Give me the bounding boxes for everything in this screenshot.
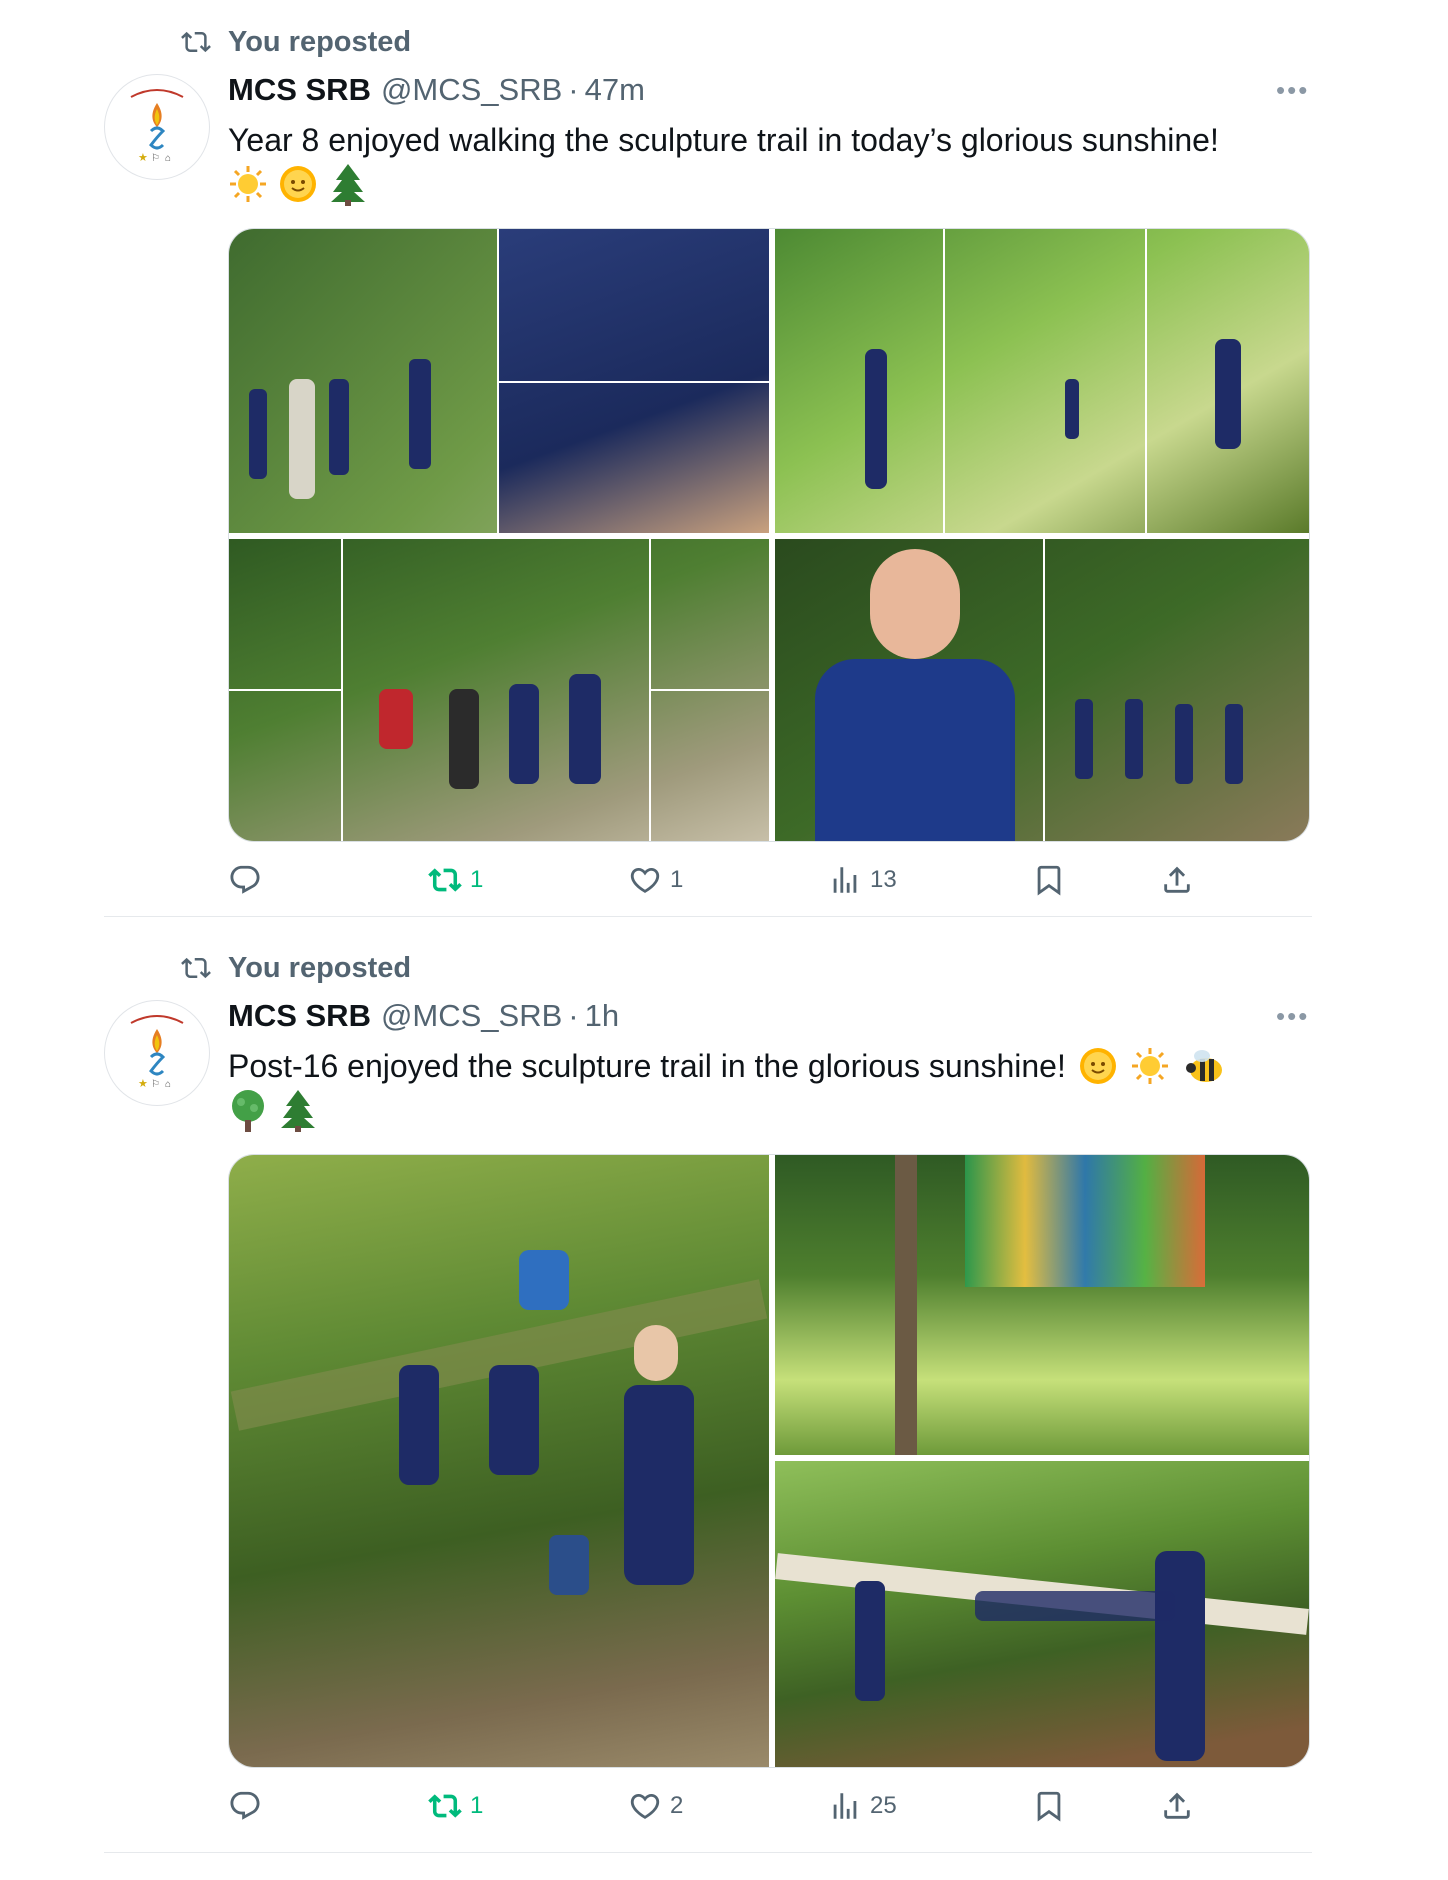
evergreen-tree-icon — [331, 164, 365, 206]
share-button[interactable] — [1160, 1786, 1194, 1826]
repost-label: You reposted — [228, 25, 412, 58]
action-bar: 1 1 13 — [228, 860, 1308, 900]
bookmark-icon — [1037, 1791, 1061, 1822]
post-text: Post-16 enjoyed the sculpture trail in t… — [228, 1042, 1308, 1090]
post-divider — [104, 1852, 1312, 1853]
photo-students-tree[interactable] — [229, 1155, 769, 1767]
author-handle[interactable]: @MCS_SRB — [381, 72, 562, 108]
post-text-content: Post-16 enjoyed the sculpture trail in t… — [228, 1048, 1066, 1084]
post-1[interactable]: You reposted ★ ⚐ ⌂ MCS SRB @MCS_SRB · 47… — [0, 0, 1448, 930]
like-button[interactable]: 2 — [628, 1786, 683, 1826]
reply-button[interactable] — [228, 1786, 262, 1826]
views-count: 25 — [870, 1792, 897, 1819]
svg-text:⚐: ⚐ — [151, 153, 160, 164]
evergreen-tree-icon — [281, 1090, 315, 1132]
school-logo-icon: ★ ⚐ ⌂ — [130, 89, 184, 164]
photo-collage-bottom-left[interactable] — [229, 539, 769, 841]
bee-icon — [1185, 1050, 1222, 1082]
svg-text:⌂: ⌂ — [165, 153, 171, 164]
views-chart-icon — [833, 867, 857, 893]
photo-students-benches[interactable] — [775, 1461, 1309, 1767]
svg-text:★: ★ — [138, 152, 148, 164]
post-header: MCS SRB @MCS_SRB · 47m — [228, 68, 645, 112]
more-options-icon[interactable]: ••• — [1276, 1003, 1312, 1029]
views-count: 13 — [870, 866, 897, 893]
author-name[interactable]: MCS SRB — [228, 998, 371, 1034]
photo-collage-top-left[interactable] — [229, 229, 769, 533]
reply-icon — [230, 865, 260, 894]
sun-face-icon — [1079, 1048, 1116, 1084]
share-icon — [1164, 1792, 1190, 1819]
school-logo-icon: ★ ⚐ ⌂ — [130, 1015, 184, 1090]
emoji-row — [228, 160, 368, 208]
like-count: 1 — [670, 866, 684, 893]
repost-indicator: You reposted — [178, 22, 411, 62]
views-button[interactable]: 13 — [828, 860, 897, 900]
heart-icon — [630, 1793, 660, 1819]
views-button[interactable]: 25 — [828, 1786, 897, 1826]
timestamp[interactable]: 1h — [585, 998, 619, 1034]
repost-icon — [181, 957, 211, 979]
repost-icon — [428, 868, 462, 892]
avatar[interactable]: ★ ⚐ ⌂ — [104, 1000, 210, 1106]
post-media-grid[interactable] — [228, 228, 1310, 842]
separator: · — [568, 72, 579, 107]
sun-face-icon — [280, 166, 316, 202]
like-button[interactable]: 1 — [628, 860, 683, 900]
reply-icon — [230, 1791, 260, 1820]
deciduous-tree-icon — [232, 1090, 264, 1132]
repost-button[interactable]: 1 — [428, 1786, 483, 1826]
avatar[interactable]: ★ ⚐ ⌂ — [104, 74, 210, 180]
post-2[interactable]: You reposted ★ ⚐ ⌂ MCS SRB @MCS_SRB · 1h… — [0, 926, 1448, 1880]
post-text: Year 8 enjoyed walking the sculpture tra… — [228, 122, 1219, 158]
repost-count: 1 — [470, 1792, 484, 1819]
repost-icon — [181, 31, 211, 53]
views-chart-icon — [833, 1793, 857, 1819]
repost-label: You reposted — [228, 951, 412, 984]
repost-indicator: You reposted — [178, 948, 411, 988]
post-media-grid[interactable] — [228, 1154, 1310, 1768]
like-count: 2 — [670, 1792, 684, 1819]
post-header: MCS SRB @MCS_SRB · 1h — [228, 994, 619, 1038]
repost-count: 1 — [470, 866, 484, 893]
heart-icon — [630, 867, 660, 893]
timestamp[interactable]: 47m — [585, 72, 645, 108]
separator: · — [568, 998, 579, 1033]
bookmark-icon — [1037, 865, 1061, 896]
svg-text:⚐: ⚐ — [151, 1079, 160, 1090]
repost-icon — [428, 1794, 462, 1818]
repost-button[interactable]: 1 — [428, 860, 483, 900]
bookmark-button[interactable] — [1032, 1786, 1066, 1826]
sun-icon — [230, 166, 266, 202]
bookmark-button[interactable] — [1032, 860, 1066, 900]
photo-stained-glass-sculpture[interactable] — [775, 1155, 1309, 1455]
reply-button[interactable] — [228, 860, 262, 900]
more-options-icon[interactable]: ••• — [1276, 77, 1312, 103]
photo-collage-bottom-right[interactable] — [775, 539, 1309, 841]
author-name[interactable]: MCS SRB — [228, 72, 371, 108]
svg-text:⌂: ⌂ — [165, 1079, 171, 1090]
svg-text:★: ★ — [138, 1078, 148, 1090]
author-handle[interactable]: @MCS_SRB — [381, 998, 562, 1034]
share-button[interactable] — [1160, 860, 1194, 900]
sun-icon — [1131, 1048, 1168, 1084]
emoji-row — [228, 1086, 318, 1134]
photo-collage-top-right[interactable] — [775, 229, 1309, 533]
action-bar: 1 2 25 — [228, 1786, 1308, 1826]
post-divider — [104, 916, 1312, 917]
share-icon — [1164, 866, 1190, 893]
